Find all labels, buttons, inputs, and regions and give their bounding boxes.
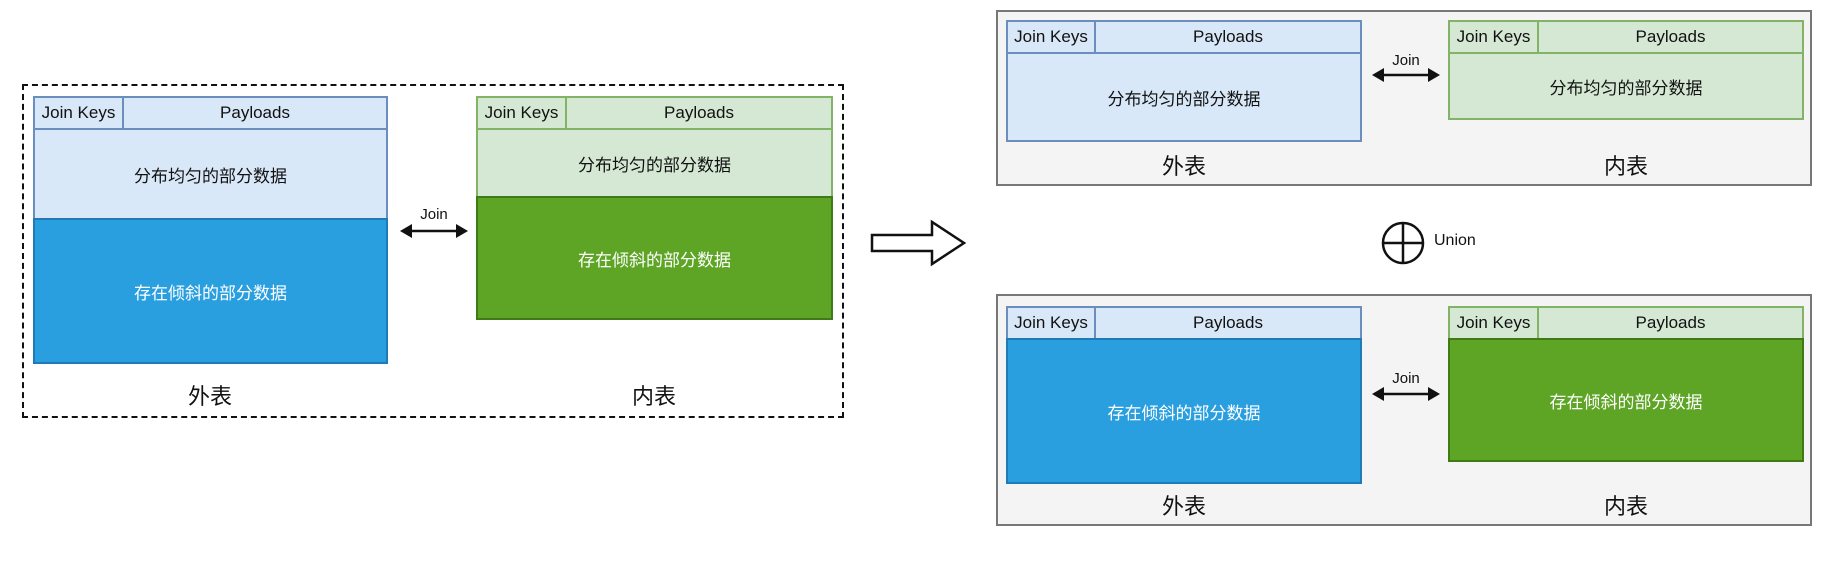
top-outer-label: 外表 [1161, 154, 1206, 179]
join-double-arrow-icon [400, 224, 468, 238]
top-inner-payloads-header: Payloads [1537, 20, 1804, 54]
bottom-outer-body: 存在倾斜的部分数据 [1006, 338, 1362, 484]
bottom-inner-join-keys-header: Join Keys [1448, 306, 1539, 340]
top-outer-body: 分布均匀的部分数据 [1006, 52, 1362, 142]
union-circle-plus-icon [1381, 221, 1425, 265]
outer-payloads-header: Payloads [122, 96, 388, 130]
bottom-outer-join-keys-header: Join Keys [1006, 306, 1096, 340]
top-outer-payloads-header: Payloads [1094, 20, 1362, 54]
bottom-join-double-arrow-icon [1372, 387, 1440, 401]
top-inner-join-keys-header: Join Keys [1448, 20, 1539, 54]
bottom-outer-label: 外表 [1161, 494, 1206, 519]
outer-join-keys-header: Join Keys [33, 96, 124, 130]
outer-skewed-data: 存在倾斜的部分数据 [33, 218, 388, 364]
bottom-inner-body: 存在倾斜的部分数据 [1448, 338, 1804, 462]
inner-uniform-data: 分布均匀的部分数据 [476, 128, 833, 198]
inner-skewed-data: 存在倾斜的部分数据 [476, 196, 833, 320]
top-outer-join-keys-header: Join Keys [1006, 20, 1096, 54]
top-inner-body: 分布均匀的部分数据 [1448, 52, 1804, 120]
inner-table-label: 内表 [631, 384, 676, 409]
bottom-outer-payloads-header: Payloads [1094, 306, 1362, 340]
outer-uniform-data: 分布均匀的部分数据 [33, 128, 388, 220]
inner-payloads-header: Payloads [565, 96, 833, 130]
bottom-inner-label: 内表 [1603, 494, 1648, 519]
outer-table-label: 外表 [187, 384, 232, 409]
bottom-inner-payloads-header: Payloads [1537, 306, 1804, 340]
transform-arrow-icon [870, 219, 967, 267]
union-label: Union [1434, 232, 1476, 249]
top-inner-label: 内表 [1603, 154, 1648, 179]
inner-join-keys-header: Join Keys [476, 96, 567, 130]
top-join-double-arrow-icon [1372, 68, 1440, 82]
